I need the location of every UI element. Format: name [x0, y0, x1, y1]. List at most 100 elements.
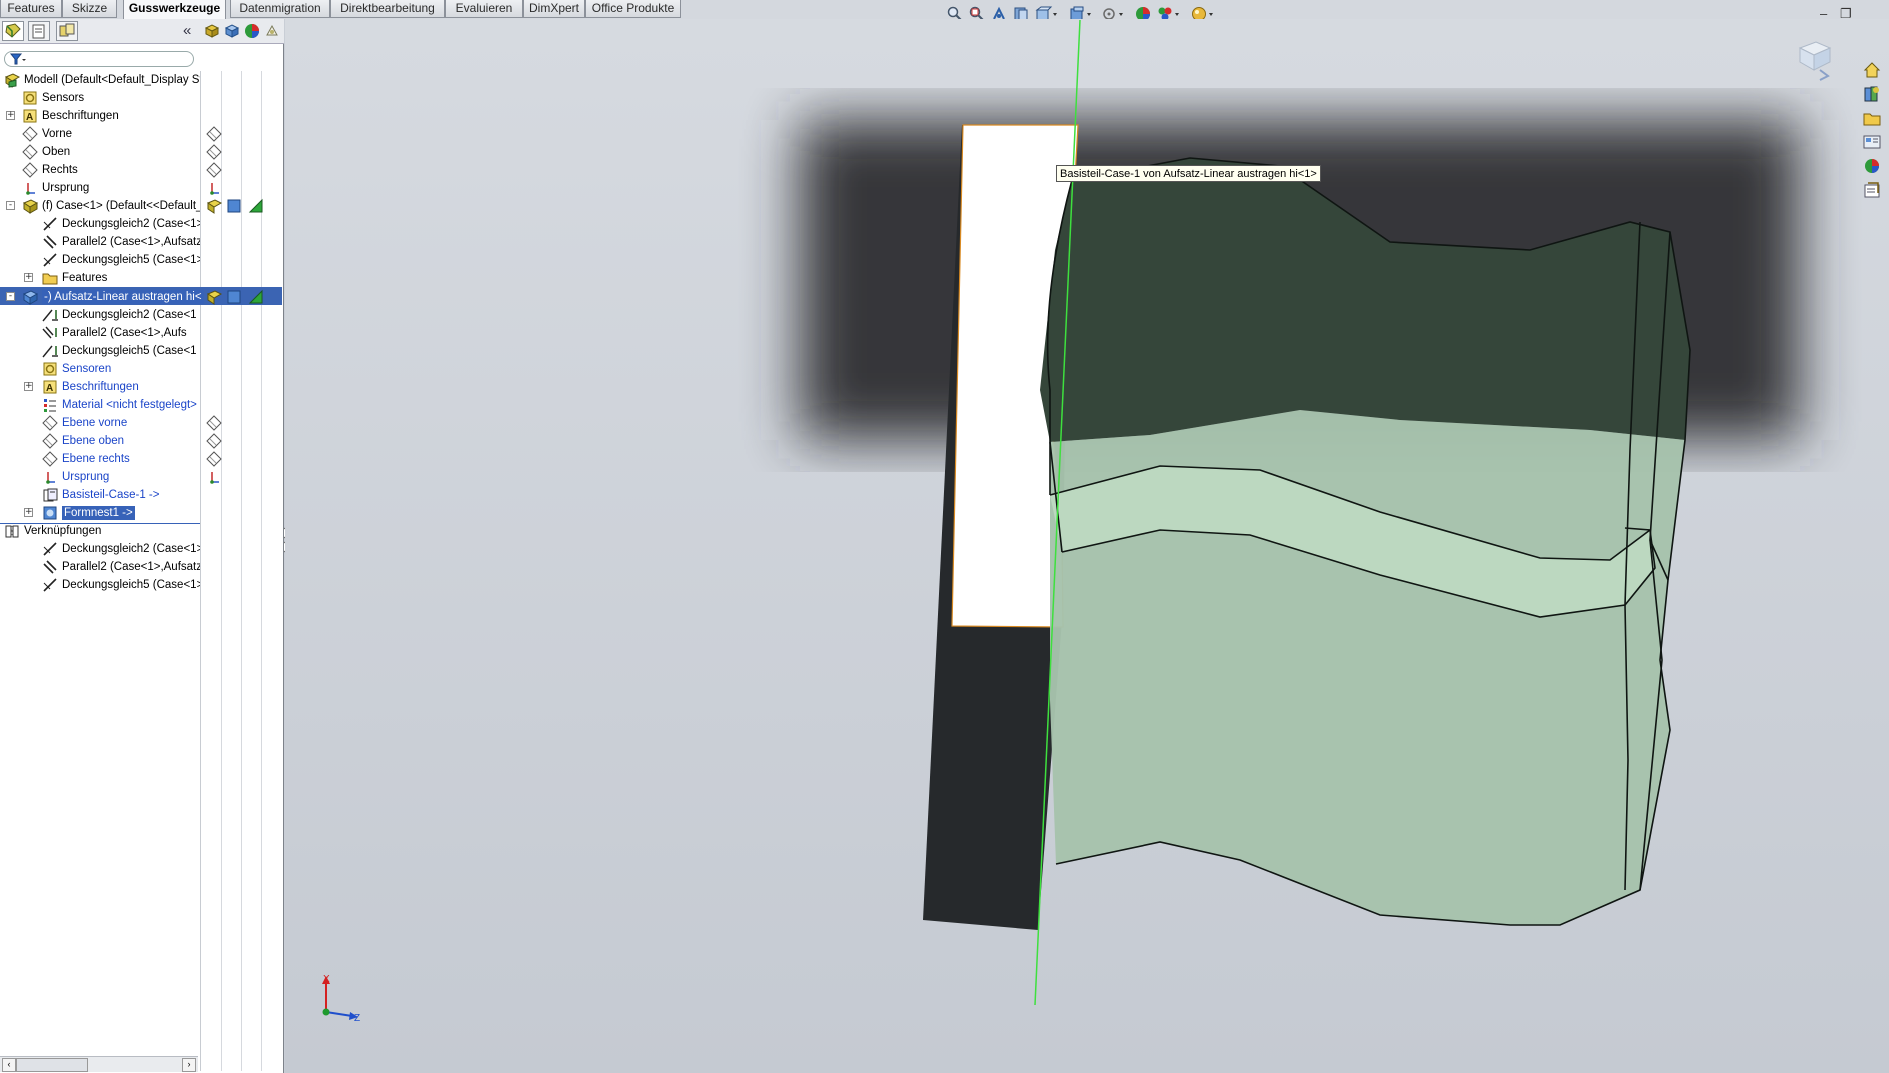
- tab-dimxpert[interactable]: DimXpert: [523, 0, 585, 18]
- configurationmanager-tab[interactable]: [56, 21, 78, 41]
- expand-icon[interactable]: +: [24, 508, 33, 517]
- custom-properties-icon[interactable]: [1862, 180, 1884, 200]
- origin-visibility-icon[interactable]: [206, 180, 222, 196]
- plane-icon: [22, 162, 38, 178]
- expand-icon[interactable]: +: [24, 273, 33, 282]
- scroll-thumb[interactable]: [16, 1058, 88, 1072]
- tree-item[interactable]: + A Beschriftungen: [0, 107, 200, 125]
- tree-item[interactable]: Sensoren: [0, 360, 200, 378]
- tree-item[interactable]: Rechts: [0, 161, 200, 179]
- plane-visibility-icon[interactable]: [206, 162, 222, 178]
- collapse-icon[interactable]: -: [6, 201, 15, 210]
- tree-item[interactable]: Parallel2 (Case<1>,Aufsatz-: [0, 558, 200, 576]
- plane-visibility-icon[interactable]: [206, 415, 222, 431]
- tree-item[interactable]: Ebene rechts: [0, 450, 200, 468]
- tree-item[interactable]: Oben: [0, 143, 200, 161]
- tree-item[interactable]: Deckungsgleich2 (Case<1>,A: [0, 215, 200, 233]
- tree-item[interactable]: Ebene vorne: [0, 414, 200, 432]
- tree-item-label: Parallel2 (Case<1>,Aufsatz-: [62, 236, 200, 248]
- plane-visibility-icon[interactable]: [206, 451, 222, 467]
- triad-z-label: Z: [354, 1013, 361, 1024]
- origin-visibility-icon[interactable]: [206, 469, 222, 485]
- tree-item-label: Ursprung: [42, 182, 90, 194]
- tree-item[interactable]: Modell (Default<Default_Display Sta: [0, 71, 200, 89]
- tree-item-label: Oben: [42, 146, 71, 158]
- tree-item[interactable]: Basisteil-Case-1 ->: [0, 486, 200, 504]
- tree-item[interactable]: -Verknüpfungen: [0, 522, 200, 540]
- tree-item[interactable]: Deckungsgleich5 (Case<1: [0, 342, 200, 360]
- tab-gusswerkzeuge[interactable]: Gusswerkzeuge: [123, 0, 226, 20]
- configuration-icon[interactable]: [204, 23, 220, 39]
- propertymanager-tab[interactable]: [28, 21, 50, 41]
- tab-direktbearbeitung[interactable]: Direktbearbeitung: [330, 0, 445, 18]
- tree-item[interactable]: - -) Aufsatz-Linear austragen hi<: [0, 288, 204, 306]
- collapse-icon[interactable]: -: [6, 292, 15, 301]
- plane-icon: [42, 433, 58, 449]
- tree-item[interactable]: Sensors: [0, 89, 200, 107]
- parallel-mate-icon: [42, 559, 58, 575]
- tree-item[interactable]: + Features: [0, 269, 200, 287]
- tree-item-label: (f) Case<1> (Default<<Default_: [42, 200, 200, 212]
- configuration-column-icon[interactable]: [206, 289, 266, 305]
- tree-item-label: Features: [62, 272, 108, 284]
- tree-item-label: Sensoren: [62, 363, 112, 375]
- transparency-icon[interactable]: [264, 23, 280, 39]
- expand-icon[interactable]: +: [6, 111, 15, 120]
- tree-item[interactable]: Parallel2 (Case<1>,Aufsatz-: [0, 233, 200, 251]
- tree-item-label: Deckungsgleich2 (Case<1: [62, 309, 197, 321]
- tree-filter-input[interactable]: [4, 51, 194, 67]
- tree-item-label: Deckungsgleich5 (Case<1: [62, 345, 197, 357]
- tree-item[interactable]: Ursprung: [0, 468, 200, 486]
- tree-item[interactable]: Deckungsgleich2 (Case<1>,A: [0, 540, 200, 558]
- tab-evaluieren[interactable]: Evaluieren: [445, 0, 523, 18]
- coincident-mate-icon: [42, 216, 58, 232]
- tree-item-label: Ebene vorne: [62, 417, 128, 429]
- horizontal-scrollbar[interactable]: ‹ ›: [0, 1056, 198, 1072]
- featuremanager-tab[interactable]: [2, 21, 24, 41]
- tab-office-produkte[interactable]: Office Produkte: [585, 0, 681, 18]
- tree-item[interactable]: Deckungsgleich5 (Case<1>,A: [0, 576, 200, 594]
- svg-text:A: A: [46, 383, 53, 394]
- tree-item[interactable]: + Formnest1 ->: [0, 504, 200, 522]
- appearances-icon[interactable]: [1862, 156, 1884, 176]
- tree-item-label: Deckungsgleich2 (Case<1>,A: [62, 543, 200, 555]
- tree-item[interactable]: Ursprung: [0, 179, 200, 197]
- display-state-icon[interactable]: [224, 23, 240, 39]
- tree-item[interactable]: Parallel2 (Case<1>,Aufs: [0, 324, 200, 342]
- appearance-icon[interactable]: [244, 23, 260, 39]
- tree-item[interactable]: Ebene oben: [0, 432, 200, 450]
- plane-visibility-icon[interactable]: [206, 126, 222, 142]
- tree-item-label: Formnest1 ->: [62, 506, 135, 520]
- coincident-mate-icon: [42, 252, 58, 268]
- origin-icon: [22, 180, 38, 196]
- tab-skizze[interactable]: Skizze: [62, 0, 117, 18]
- design-library-icon[interactable]: [1862, 84, 1884, 104]
- resources-icon[interactable]: [1862, 60, 1884, 80]
- tree-item-label: Modell (Default<Default_Display Sta: [24, 74, 200, 86]
- tree-item[interactable]: Deckungsgleich5 (Case<1>,A: [0, 251, 200, 269]
- tree-item[interactable]: Material <nicht festgelegt> -: [0, 396, 200, 414]
- tree-item-label: Deckungsgleich5 (Case<1>,A: [62, 254, 200, 266]
- tree-item[interactable]: + A Beschriftungen: [0, 378, 200, 396]
- tree-item-label: Basisteil-Case-1 ->: [62, 489, 160, 501]
- part-icon: [22, 198, 39, 214]
- tree-item[interactable]: - (f) Case<1> (Default<<Default_: [0, 197, 200, 215]
- file-explorer-icon[interactable]: [1862, 108, 1884, 128]
- plane-visibility-icon[interactable]: [206, 144, 222, 160]
- origin-icon: [42, 469, 58, 485]
- tab-features[interactable]: Features: [0, 0, 62, 18]
- rollback-bar[interactable]: [0, 523, 200, 524]
- tree-item[interactable]: Vorne: [0, 125, 200, 143]
- annotations-icon: A: [22, 108, 38, 124]
- material-icon: [42, 397, 58, 413]
- plane-visibility-icon[interactable]: [206, 433, 222, 449]
- coincident-mate-icon: [42, 577, 58, 593]
- scroll-right-button[interactable]: ›: [182, 1058, 196, 1072]
- tab-datenmigration[interactable]: Datenmigration: [230, 0, 330, 18]
- scroll-left-button[interactable]: ‹: [2, 1058, 16, 1072]
- configuration-column-icon[interactable]: [206, 198, 266, 214]
- view-palette-icon[interactable]: [1862, 132, 1884, 152]
- tree-item[interactable]: Deckungsgleich2 (Case<1: [0, 306, 200, 324]
- collapse-panel-button[interactable]: «: [183, 22, 191, 39]
- expand-icon[interactable]: +: [24, 382, 33, 391]
